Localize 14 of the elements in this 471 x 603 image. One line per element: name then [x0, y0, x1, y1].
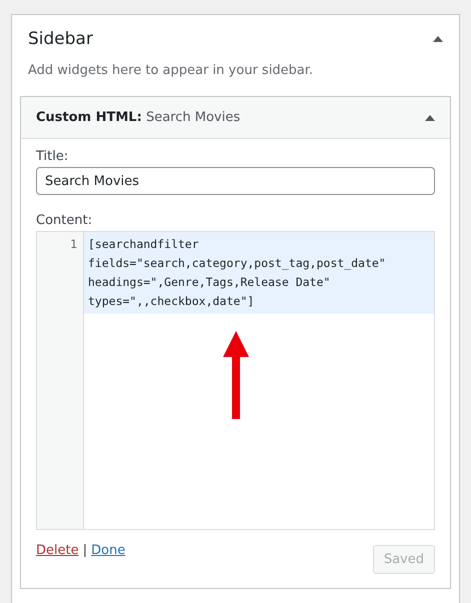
collapse-arrow-icon[interactable]: [433, 36, 443, 42]
line-number: 1: [69, 236, 78, 253]
widget-title: Custom HTML: Search Movies: [36, 110, 240, 125]
delete-link[interactable]: Delete: [36, 543, 79, 558]
collapse-arrow-icon[interactable]: [425, 114, 435, 120]
content-label: Content:: [36, 213, 94, 228]
title-label: Title:: [36, 149, 70, 164]
up-arrow-icon: [223, 331, 249, 419]
sidebar-title: Sidebar: [28, 29, 93, 49]
title-input[interactable]: Search Movies: [36, 167, 435, 195]
code-editor[interactable]: 1 [searchandfilter fields="search,category,post_tag,post_date" headings=",Genre,Tags,Release Date" types=",,checkbox,date"]: [36, 231, 435, 530]
done-link[interactable]: Done: [91, 543, 126, 558]
separator-text: |: [82, 543, 88, 558]
sidebar-description: Add widgets here to appear in your sidebar.: [28, 63, 314, 78]
